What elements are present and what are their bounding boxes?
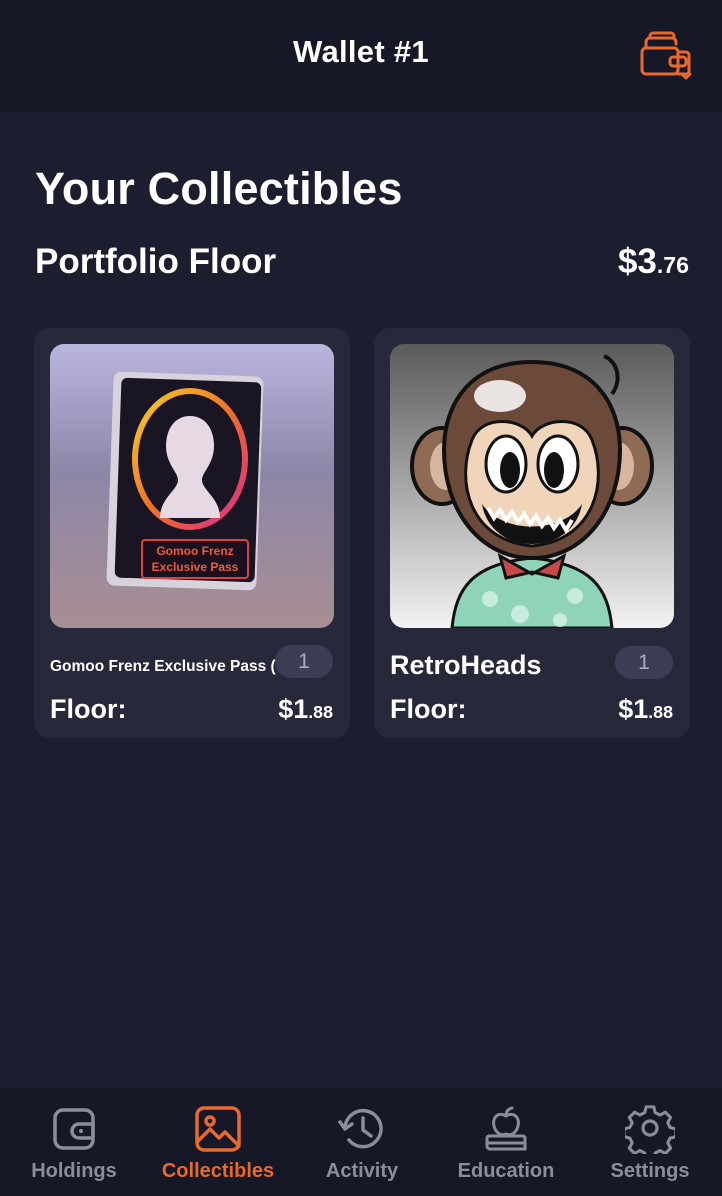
nav-label: Settings <box>610 1160 690 1182</box>
wallet-icon <box>53 1108 95 1150</box>
top-bar: Wallet #1 <box>0 0 722 112</box>
portfolio-floor-cents: .76 <box>656 252 689 278</box>
wallets-stack-icon <box>640 31 692 80</box>
floor-price: $1.88 <box>278 694 333 725</box>
floor-price-cents: .88 <box>308 702 333 722</box>
image-text-line2: Exclusive Pass <box>152 560 239 574</box>
collectible-image-retroheads <box>390 344 674 628</box>
nav-label: Holdings <box>31 1160 117 1182</box>
collectible-image-gomoo: Gomoo Frenz Exclusive Pass <box>50 344 334 628</box>
portfolio-floor-dollars: $3 <box>617 242 657 281</box>
portfolio-floor-value: $3.76 <box>618 242 689 282</box>
image-text-line1: Gomoo Frenz <box>156 544 233 558</box>
nav-item-education[interactable]: Education <box>434 1088 578 1196</box>
nav-label: Collectibles <box>161 1160 275 1182</box>
collectible-count-badge: 1 <box>615 646 673 679</box>
nav-item-collectibles[interactable]: Collectibles <box>146 1088 290 1196</box>
nav-label: Education <box>457 1160 555 1182</box>
floor-price-dollars: $1 <box>278 694 309 724</box>
collectible-name: RetroHeads <box>390 650 542 680</box>
collectible-card-retroheads[interactable]: RetroHeads 1 Floor: $1.88 <box>374 328 690 738</box>
wallets-button[interactable] <box>636 30 694 82</box>
nav-item-activity[interactable]: Activity <box>290 1088 434 1196</box>
page-title: Your Collectibles <box>35 163 403 214</box>
collectible-card-gomoo[interactable]: Gomoo Frenz Exclusive Pass Gomoo Frenz E… <box>34 328 350 738</box>
floor-label: Floor: <box>390 694 467 724</box>
floor-label: Floor: <box>50 694 127 724</box>
collectible-count-badge: 1 <box>275 645 333 678</box>
apple-books-icon <box>485 1106 527 1151</box>
wallet-title[interactable]: Wallet #1 <box>0 34 722 70</box>
floor-price-cents: .88 <box>648 702 673 722</box>
nav-label: Activity <box>325 1160 399 1182</box>
floor-price: $1.88 <box>618 694 673 725</box>
nav-item-holdings[interactable]: Holdings <box>2 1088 146 1196</box>
history-icon <box>338 1108 383 1149</box>
gear-icon <box>625 1105 675 1154</box>
image-icon <box>195 1106 241 1152</box>
nav-item-settings[interactable]: Settings <box>578 1088 722 1196</box>
bottom-nav: Holdings Collectibles Activity Education <box>0 1088 722 1196</box>
portfolio-floor-label: Portfolio Floor <box>35 242 277 281</box>
floor-price-dollars: $1 <box>618 694 649 724</box>
